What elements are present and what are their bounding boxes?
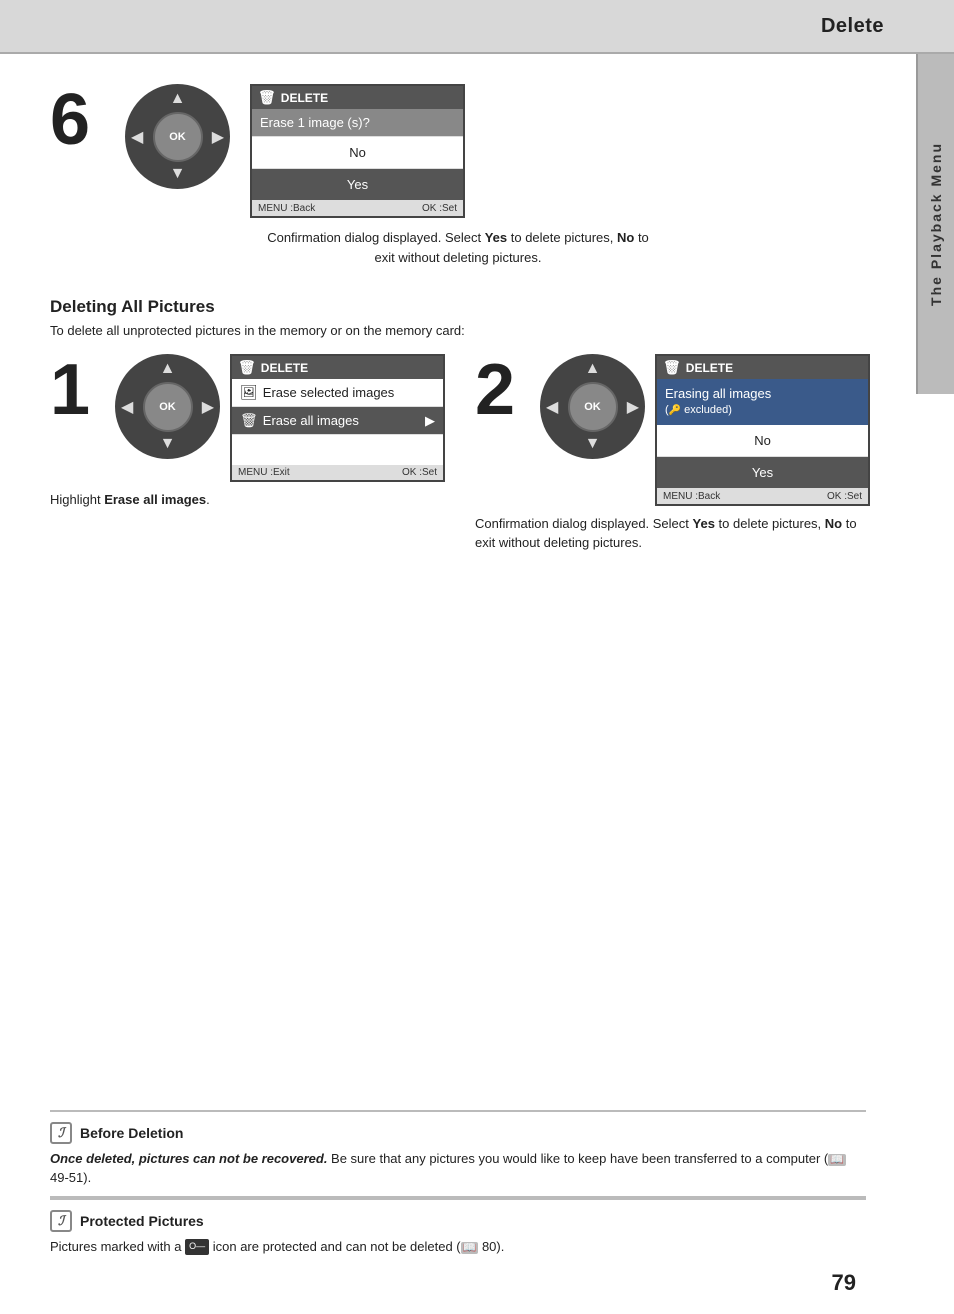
step2-dpad-down: ▼: [585, 435, 601, 453]
before-deletion-header: ℐ Before Deletion: [50, 1122, 866, 1144]
step2-control-pad: ▲ ▼ ◀ ▶ OK: [540, 354, 645, 459]
step1-caption: Highlight Erase all images.: [50, 490, 210, 510]
step6-row: 6 ▲ ▼ ◀ ▶ OK 🗑 DELETE Erase 1 image (: [50, 84, 866, 218]
step2-col: 2 ▲ ▼ ◀ ▶ OK 🗑: [475, 354, 870, 553]
step6-section: 6 ▲ ▼ ◀ ▶ OK 🗑 DELETE Erase 1 image (: [50, 84, 866, 267]
dpad-outer: ▲ ▼ ◀ ▶ OK: [125, 84, 230, 189]
erase-selected-icon: 🖼: [240, 384, 258, 401]
step6-lcd: 🗑 DELETE Erase 1 image (s)? No Yes MENU …: [250, 84, 465, 218]
step1-dpad-left: ◀: [121, 397, 133, 417]
step1-col: 1 ▲ ▼ ◀ ▶ OK 🗑: [50, 354, 445, 510]
step1-erase-selected: 🖼 Erase selected images: [232, 379, 443, 407]
step1-number: 1: [50, 354, 105, 426]
step2-lcd-footer: MENU :Back OK :Set: [657, 489, 868, 504]
step6-caption: Confirmation dialog displayed. Select Ye…: [258, 228, 658, 267]
ok-button[interactable]: OK: [153, 112, 203, 162]
ref-icon-1: 📖: [828, 1154, 846, 1166]
page-number: 79: [832, 1270, 856, 1296]
right-side-tab: The Playback Menu: [916, 54, 954, 394]
lock-icon: O—: [185, 1239, 209, 1255]
step2-number: 2: [475, 354, 530, 426]
step2-footer-set: OK :Set: [827, 491, 862, 502]
step2-footer-back: MENU :Back: [663, 491, 720, 502]
step1-footer-exit: MENU :Exit: [238, 467, 290, 478]
step6-lcd-footer: MENU :Back OK :Set: [252, 201, 463, 216]
step1-lcd-footer: MENU :Exit OK :Set: [232, 465, 443, 480]
step2-erasing-sub: (🔑 excluded): [665, 403, 860, 418]
step1-erase-all: 🗑 Erase all images ▶: [232, 407, 443, 435]
trash-icon: 🗑: [258, 89, 276, 106]
note-icon-2: ℐ: [50, 1210, 72, 1232]
step6-erase-question: Erase 1 image (s)?: [252, 109, 463, 137]
erase-all-icon: 🗑: [240, 412, 258, 429]
step2-dpad-left: ◀: [546, 397, 558, 417]
step1-dpad-right: ▶: [202, 397, 214, 417]
step1-dpad-outer: ▲ ▼ ◀ ▶ OK: [115, 354, 220, 459]
step1-control-pad: ▲ ▼ ◀ ▶ OK: [115, 354, 220, 459]
dpad-right-icon: ▶: [212, 127, 224, 147]
step1-dpad-up: ▲: [160, 360, 176, 378]
step2-ok-button[interactable]: OK: [568, 382, 618, 432]
step1-lcd: 🗑 DELETE 🖼 Erase selected images 🗑 Erase…: [230, 354, 445, 482]
step1-row: 1 ▲ ▼ ◀ ▶ OK 🗑: [50, 354, 445, 482]
step6-footer-back: MENU :Back: [258, 203, 315, 214]
step2-row: 2 ▲ ▼ ◀ ▶ OK 🗑: [475, 354, 870, 506]
step2-dpad-up: ▲: [585, 360, 601, 378]
dpad-left-icon: ◀: [131, 127, 143, 147]
before-deletion-title: Before Deletion: [80, 1125, 183, 1141]
deleting-all-section: Deleting All Pictures To delete all unpr…: [50, 297, 866, 553]
top-bar: Delete: [0, 0, 954, 54]
protected-title: Protected Pictures: [80, 1213, 204, 1229]
right-arrow-icon: ▶: [425, 413, 435, 429]
step2-no-option: No: [657, 425, 868, 457]
step2-dpad-right: ▶: [627, 397, 639, 417]
step6-control-pad: ▲ ▼ ◀ ▶ OK: [125, 84, 230, 189]
before-deletion-note: ℐ Before Deletion Once deleted, pictures…: [50, 1110, 866, 1196]
main-content: 6 ▲ ▼ ◀ ▶ OK 🗑 DELETE Erase 1 image (: [0, 54, 916, 1314]
protected-body: Pictures marked with a O— icon are prote…: [50, 1237, 866, 1257]
step2-trash-icon: 🗑: [663, 359, 681, 376]
note-icon-1: ℐ: [50, 1122, 72, 1144]
step2-lcd-header: 🗑 DELETE: [657, 356, 868, 379]
page-title: Delete: [821, 15, 884, 38]
step2-erasing-header: Erasing all images (🔑 excluded): [657, 379, 868, 425]
two-col-steps: 1 ▲ ▼ ◀ ▶ OK 🗑: [50, 354, 866, 553]
step1-lcd-spacer: [232, 435, 443, 465]
step6-no-option: No: [252, 137, 463, 169]
step1-footer-set: OK :Set: [402, 467, 437, 478]
step6-number: 6: [50, 84, 105, 156]
step6-lcd-header: 🗑 DELETE: [252, 86, 463, 109]
step1-ok-button[interactable]: OK: [143, 382, 193, 432]
step1-lcd-header: 🗑 DELETE: [232, 356, 443, 379]
step2-caption: Confirmation dialog displayed. Select Ye…: [475, 514, 870, 553]
step1-dpad-down: ▼: [160, 435, 176, 453]
step2-lcd: 🗑 DELETE Erasing all images (🔑 excluded)…: [655, 354, 870, 506]
step2-dpad-outer: ▲ ▼ ◀ ▶ OK: [540, 354, 645, 459]
dpad-up-icon: ▲: [170, 90, 186, 108]
notes-section: ℐ Before Deletion Once deleted, pictures…: [50, 1110, 866, 1265]
step1-trash-icon: 🗑: [238, 359, 256, 376]
deleting-all-heading: Deleting All Pictures: [50, 297, 866, 317]
deleting-all-subtitle: To delete all unprotected pictures in th…: [50, 323, 866, 338]
step6-footer-set: OK :Set: [422, 203, 457, 214]
protected-header: ℐ Protected Pictures: [50, 1210, 866, 1232]
step6-yes-option: Yes: [252, 169, 463, 201]
ref-icon-2: 📖: [461, 1242, 479, 1254]
dpad-down-icon: ▼: [170, 165, 186, 183]
right-tab-label: The Playback Menu: [928, 142, 944, 306]
protected-pictures-note: ℐ Protected Pictures Pictures marked wit…: [50, 1198, 866, 1265]
step2-yes-option: Yes: [657, 457, 868, 489]
before-deletion-body: Once deleted, pictures can not be recove…: [50, 1149, 866, 1188]
